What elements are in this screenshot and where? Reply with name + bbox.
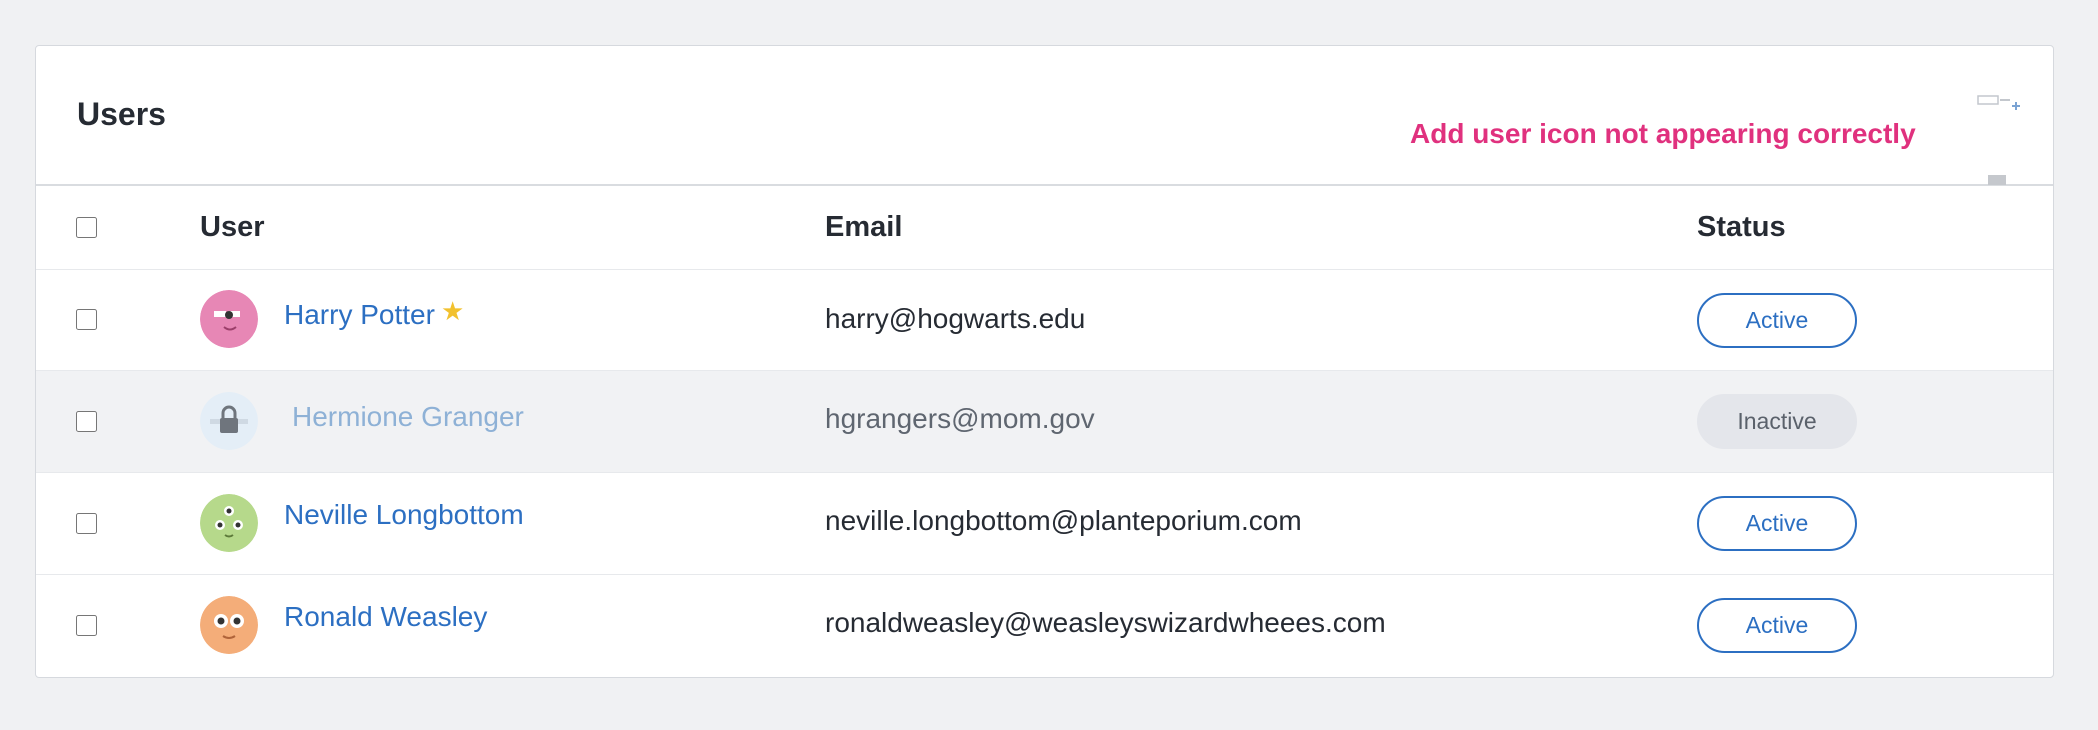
select-all-checkbox[interactable] — [76, 217, 97, 238]
status-badge: Active — [1697, 598, 1857, 653]
row-checkbox[interactable] — [76, 615, 97, 636]
table-row[interactable]: Hermione Granger hgrangers@mom.gov Inact… — [36, 371, 2053, 473]
column-header-status: Status — [1697, 211, 1786, 243]
page-title: Users — [77, 96, 166, 132]
user-email: harry@hogwarts.edu — [825, 303, 1086, 334]
annotation-note: Add user icon not appearing correctly — [1410, 118, 1916, 149]
row-checkbox[interactable] — [76, 513, 97, 534]
avatar — [200, 290, 258, 348]
add-user-icon[interactable] — [1976, 92, 2020, 122]
user-email: ronaldweasley@weasleyswizardwheees.com — [825, 607, 1386, 638]
avatar — [200, 392, 258, 450]
avatar — [200, 596, 258, 654]
column-header-user: User — [200, 211, 265, 243]
user-email: neville.longbottom@planteporium.com — [825, 505, 1302, 536]
avatar — [200, 494, 258, 552]
user-name-link[interactable]: Hermione Granger — [292, 401, 524, 433]
user-name-link[interactable]: Neville Longbottom — [284, 499, 524, 531]
table-row[interactable]: Neville Longbottom neville.longbottom@pl… — [36, 473, 2053, 575]
row-checkbox[interactable] — [76, 309, 97, 330]
user-name-link[interactable]: Harry Potter ★ — [284, 296, 465, 331]
table-row[interactable]: Harry Potter ★ harry@hogwarts.edu Active — [36, 269, 2053, 371]
card-header: Users Add user icon not appearing correc… — [36, 46, 2053, 186]
users-card: Users Add user icon not appearing correc… — [35, 45, 2054, 678]
status-badge: Active — [1697, 496, 1857, 551]
user-name-link[interactable]: Ronald Weasley — [284, 601, 487, 633]
status-badge: Active — [1697, 293, 1857, 348]
status-badge: Inactive — [1697, 394, 1857, 449]
user-email: hgrangers@mom.gov — [825, 403, 1095, 434]
column-header-email: Email — [825, 211, 903, 243]
star-icon: ★ — [440, 296, 465, 326]
broken-icon — [1988, 175, 2006, 185]
row-checkbox[interactable] — [76, 411, 97, 432]
table-row[interactable]: Ronald Weasley ronaldweasley@weasleyswiz… — [36, 575, 2053, 676]
table-header-row: User Email Status — [36, 186, 2053, 270]
